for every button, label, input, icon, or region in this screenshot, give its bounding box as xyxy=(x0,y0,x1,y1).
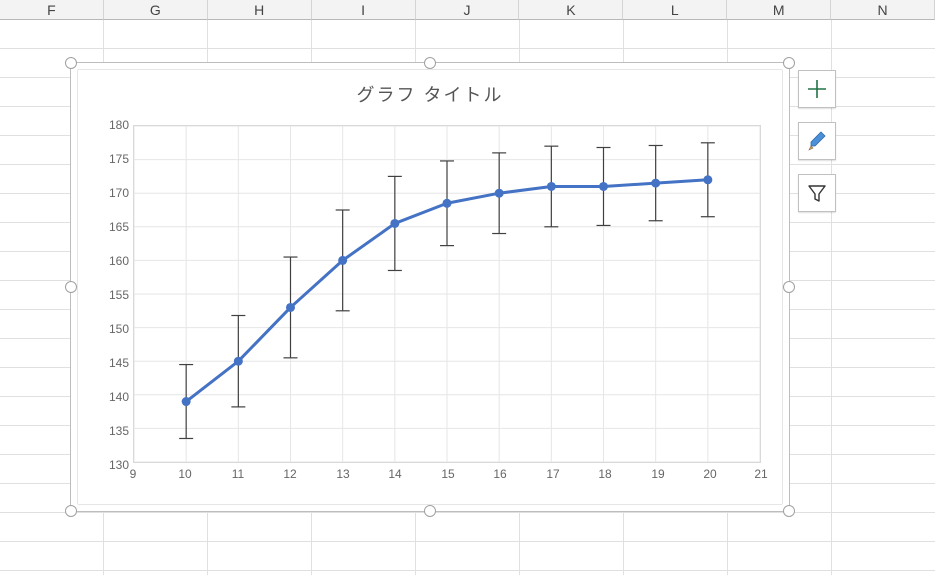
x-tick-label: 10 xyxy=(178,467,191,481)
y-tick-label: 165 xyxy=(89,220,129,234)
chart-action-buttons xyxy=(798,70,836,212)
column-header-row: F G H I J K L M N xyxy=(0,0,935,20)
x-tick-label: 12 xyxy=(283,467,296,481)
resize-handle[interactable] xyxy=(783,281,795,293)
x-tick-label: 17 xyxy=(546,467,559,481)
embedded-chart[interactable]: グラフ タイトル 180 175 170 165 160 155 150 145… xyxy=(70,62,790,512)
y-tick-label: 160 xyxy=(89,254,129,268)
x-tick-label: 11 xyxy=(232,467,244,481)
x-tick-label: 13 xyxy=(336,467,349,481)
y-tick-label: 175 xyxy=(89,152,129,166)
funnel-icon xyxy=(806,182,828,204)
x-tick-label: 20 xyxy=(703,467,716,481)
col-header-K[interactable]: K xyxy=(519,0,623,20)
y-tick-label: 170 xyxy=(89,186,129,200)
chart-title[interactable]: グラフ タイトル xyxy=(71,81,789,107)
col-header-F[interactable]: F xyxy=(0,0,104,20)
paintbrush-icon xyxy=(805,129,829,153)
resize-handle[interactable] xyxy=(424,505,436,517)
resize-handle[interactable] xyxy=(65,281,77,293)
y-tick-label: 180 xyxy=(89,118,129,132)
resize-handle[interactable] xyxy=(424,57,436,69)
chart-svg xyxy=(134,126,760,462)
chart-elements-button[interactable] xyxy=(798,70,836,108)
x-tick-label: 18 xyxy=(598,467,611,481)
x-tick-label: 14 xyxy=(388,467,401,481)
y-tick-label: 130 xyxy=(89,458,129,472)
x-tick-label: 9 xyxy=(130,467,137,481)
chart-filters-button[interactable] xyxy=(798,174,836,212)
col-header-M[interactable]: M xyxy=(727,0,831,20)
col-header-L[interactable]: L xyxy=(623,0,727,20)
y-tick-label: 140 xyxy=(89,390,129,404)
resize-handle[interactable] xyxy=(65,57,77,69)
col-header-J[interactable]: J xyxy=(416,0,520,20)
plus-icon xyxy=(806,78,828,100)
y-tick-label: 145 xyxy=(89,356,129,370)
y-tick-label: 150 xyxy=(89,322,129,336)
x-tick-label: 16 xyxy=(493,467,506,481)
chart-styles-button[interactable] xyxy=(798,122,836,160)
resize-handle[interactable] xyxy=(783,505,795,517)
resize-handle[interactable] xyxy=(783,57,795,69)
x-tick-label: 15 xyxy=(441,467,454,481)
y-tick-label: 155 xyxy=(89,288,129,302)
x-tick-label: 21 xyxy=(754,467,767,481)
col-header-I[interactable]: I xyxy=(312,0,416,20)
col-header-H[interactable]: H xyxy=(208,0,312,20)
x-tick-label: 19 xyxy=(651,467,664,481)
col-header-N[interactable]: N xyxy=(831,0,935,20)
col-header-G[interactable]: G xyxy=(104,0,208,20)
y-tick-label: 135 xyxy=(89,424,129,438)
plot-area[interactable] xyxy=(133,125,761,463)
resize-handle[interactable] xyxy=(65,505,77,517)
